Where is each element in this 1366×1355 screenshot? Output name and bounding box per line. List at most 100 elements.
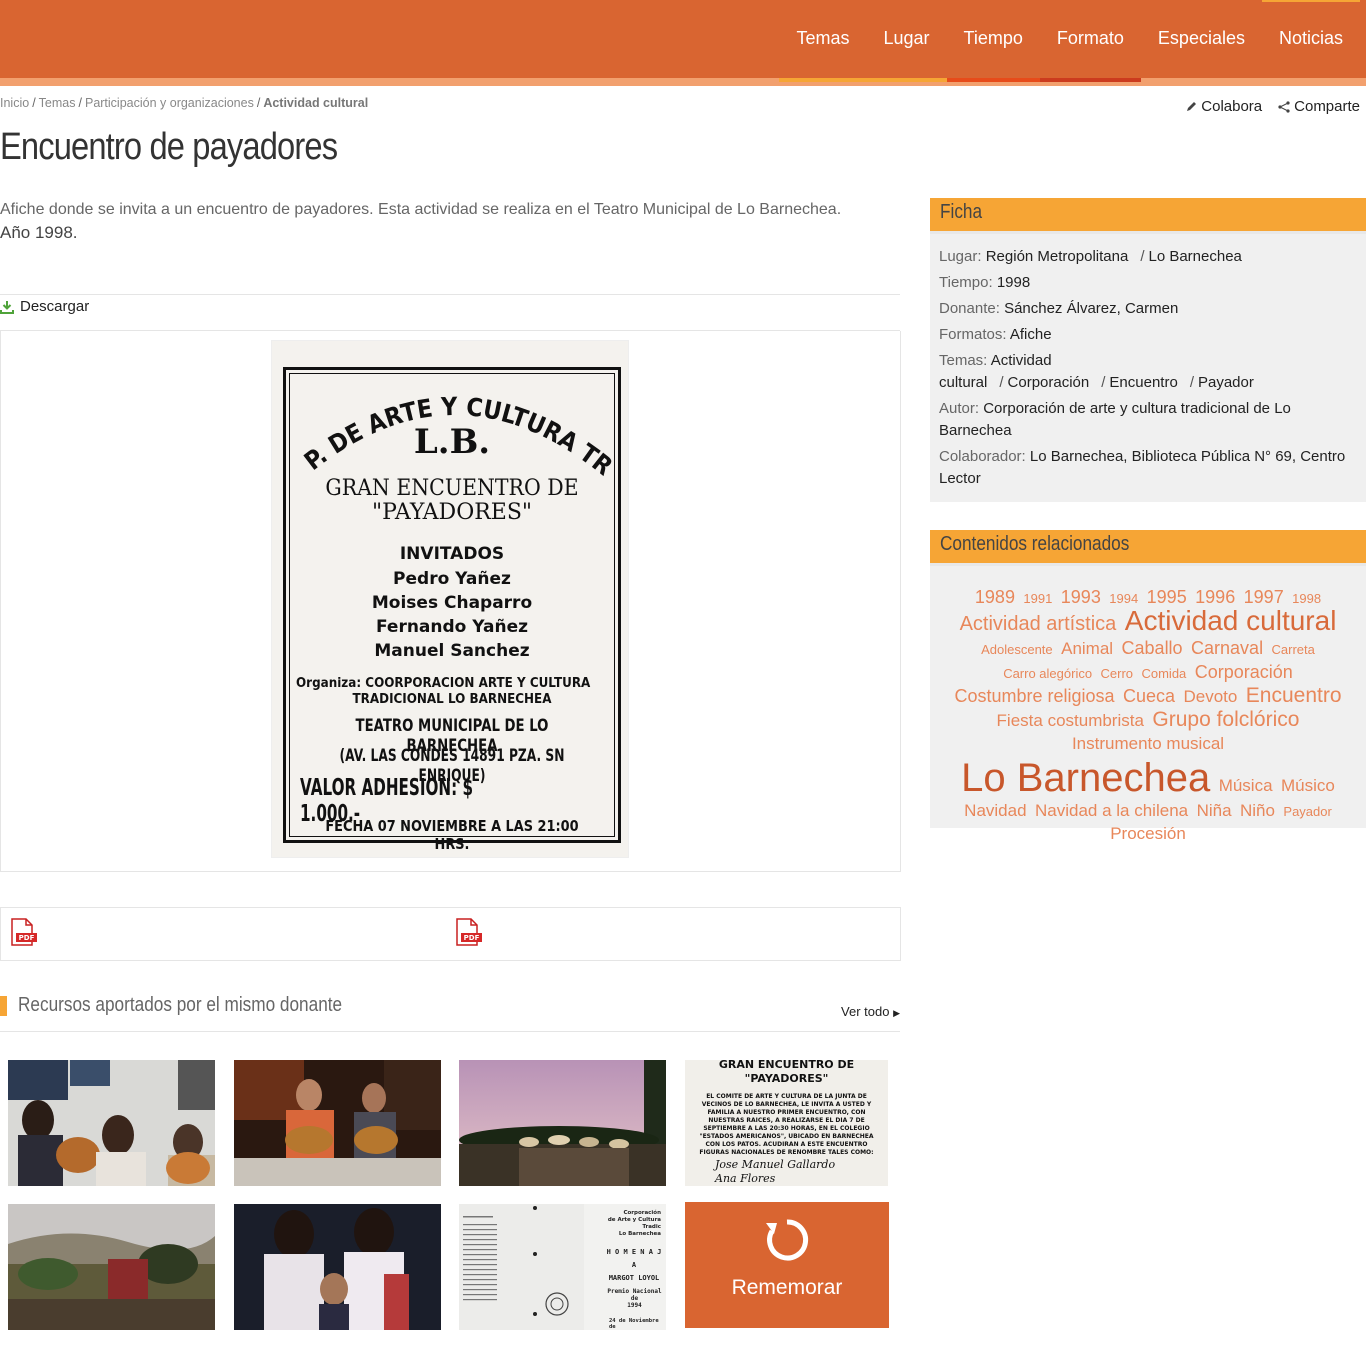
tag-cloud-item[interactable]: Caballo: [1122, 637, 1183, 659]
photo-procession: [8, 1204, 215, 1330]
tag-cloud-item[interactable]: Música: [1219, 775, 1273, 797]
tag-cloud-item[interactable]: Lo Barnechea: [961, 756, 1210, 800]
ficha-link[interactable]: Afiche: [1010, 326, 1052, 343]
pdf-icon[interactable]: PDF: [9, 918, 37, 946]
ficha-tiempo: Tiempo: 1998: [939, 274, 1031, 291]
tag-cloud-item[interactable]: Cerro: [1101, 663, 1134, 685]
resource-thumbnail[interactable]: [234, 1060, 441, 1186]
poster-date: FECHA 07 NOVIEMBRE A LAS 21:00 HRS.: [325, 817, 579, 853]
breadcrumb-inicio[interactable]: Inicio: [0, 96, 29, 110]
tag-cloud-item[interactable]: 1989: [975, 586, 1015, 608]
tag-cloud-item[interactable]: Comida: [1141, 663, 1186, 685]
tag-cloud-item[interactable]: Carro alegórico: [1003, 663, 1092, 685]
ficha-body: Lugar: Región Metropolitana / Lo Barnechea…: [930, 234, 1366, 506]
description-text: Afiche donde se invita a un encuentro de…: [0, 201, 842, 218]
poster-guest: Pedro Yañez: [393, 569, 511, 589]
download-button[interactable]: Descargar: [0, 298, 89, 315]
tag-cloud-item[interactable]: Procesión: [1110, 823, 1186, 845]
ficha-link[interactable]: 1998: [997, 274, 1030, 291]
caret-right-icon: ▶: [893, 1008, 900, 1018]
collaborate-button[interactable]: Colabora: [1186, 98, 1262, 115]
see-all-link[interactable]: Ver todo ▶: [841, 1004, 900, 1019]
nav-item-lugar[interactable]: Lugar: [866, 0, 947, 82]
tag-cloud-item[interactable]: Encuentro: [1246, 685, 1342, 707]
breadcrumb-temas[interactable]: Temas: [39, 96, 76, 110]
nav-item-formato[interactable]: Formato: [1039, 0, 1141, 82]
download-icon: [0, 300, 14, 314]
photo-women-children: [234, 1204, 441, 1330]
pdf-icon[interactable]: PDF: [454, 918, 482, 946]
tag-cloud-item[interactable]: Niño: [1240, 800, 1275, 822]
doc-thumb2-header: Corporación de Arte y Cultura Tradic Lo …: [607, 1210, 661, 1237]
photo-outdoor-group: [459, 1060, 666, 1186]
resource-thumbnail[interactable]: [8, 1204, 215, 1330]
resource-thumbnail[interactable]: [459, 1060, 666, 1186]
photo-guitarists: [234, 1060, 441, 1186]
doc-thumb-title: "PAYADORES": [744, 1072, 829, 1085]
tag-cloud-item[interactable]: Carreta: [1272, 639, 1315, 661]
ficha-link[interactable]: Región Metropolitana: [986, 248, 1129, 265]
tag-cloud-item[interactable]: 1991: [1023, 588, 1052, 610]
poster-image[interactable]: CORP. DE ARTE Y CULTURA TRAD. L.B. GRAN …: [271, 340, 629, 858]
nav-item-temas[interactable]: Temas: [779, 0, 867, 82]
tag-cloud-item[interactable]: Fiesta costumbrista: [997, 710, 1144, 732]
page-title: Encuentro de payadores: [0, 126, 338, 168]
tag-cloud-item[interactable]: Actividad cultural: [1125, 607, 1337, 635]
image-viewer: CORP. DE ARTE Y CULTURA TRAD. L.B. GRAN …: [0, 331, 901, 872]
share-button[interactable]: Comparte: [1278, 98, 1360, 115]
poster-title1: GRAN ENCUENTRO DE: [325, 476, 579, 501]
page-description: Afiche donde se invita a un encuentro de…: [0, 198, 900, 244]
ficha-autor: Autor: Corporación de arte y cultura tra…: [939, 400, 1291, 439]
nav-item-especiales[interactable]: Especiales: [1141, 0, 1262, 78]
nav-topbar: [1261, 0, 1360, 2]
tag-cloud-item[interactable]: Payador: [1283, 801, 1331, 823]
ficha-temas: Temas: Actividad cultural / Corporación / En…: [939, 352, 1254, 391]
tag-cloud-item[interactable]: Grupo folclórico: [1152, 709, 1299, 731]
tag-cloud-item[interactable]: Niña: [1197, 800, 1232, 822]
divider: [0, 294, 900, 295]
tag-cloud-item[interactable]: Instrumento musical: [1072, 733, 1224, 755]
pdf-bar: PDF PDF: [0, 907, 901, 961]
tag-cloud-item[interactable]: Costumbre religiosa: [954, 685, 1114, 707]
ficha-colaborador: Colaborador: Lo Barnechea, Biblioteca Pú…: [939, 448, 1346, 487]
resource-thumbnail-document[interactable]: GRAN ENCUENTRO DE "PAYADORES" EL COMITE …: [685, 1060, 888, 1186]
ficha-link[interactable]: Sánchez Álvarez, Carmen: [1004, 300, 1178, 317]
tag-cloud-item[interactable]: Navidad: [964, 800, 1026, 822]
poster-lb: L.B.: [413, 422, 491, 462]
doc-thumb-handwriting: Jose Manuel Gallardo: [715, 1158, 836, 1171]
tag-cloud-item[interactable]: Navidad a la chilena: [1035, 800, 1188, 822]
poster-guest: Moises Chaparro: [371, 593, 533, 613]
breadcrumb-participacion[interactable]: Participación y organizaciones: [85, 96, 254, 110]
resource-thumbnail[interactable]: [8, 1060, 215, 1186]
tag-cloud-item[interactable]: Actividad artística: [960, 613, 1117, 635]
nav-item-tiempo[interactable]: Tiempo: [946, 0, 1040, 82]
resource-thumbnail-document[interactable]: Corporación de Arte y Cultura Tradic Lo …: [459, 1204, 666, 1330]
section-marker: [0, 996, 7, 1016]
nav-bar: [866, 78, 947, 82]
poster-title2: "PAYADORES": [371, 500, 533, 525]
tag-cloud-item[interactable]: 1993: [1061, 586, 1101, 608]
related-content-panel: Contenidos relacionados 1989 1991 1993 1…: [930, 530, 1366, 843]
remember-button[interactable]: Rememorar: [685, 1202, 889, 1328]
poster-organizer: Organiza: COORPORACION ARTE Y CULTURA: [296, 676, 591, 691]
tag-cloud-item[interactable]: Músico: [1281, 775, 1335, 797]
photo-musicians: [8, 1060, 215, 1186]
tag-cloud: 1989 1991 1993 1994 1995 1996 1997 1998 …: [930, 566, 1366, 866]
tag-cloud-item[interactable]: Corporación: [1195, 661, 1293, 683]
page-tools: Colabora Comparte: [1186, 98, 1360, 115]
ficha-link[interactable]: Corporación de arte y cultura tradiciona…: [939, 400, 1291, 439]
tag-cloud-item[interactable]: Adolescente: [981, 639, 1053, 661]
resource-thumbnail[interactable]: [234, 1204, 441, 1330]
ficha-link[interactable]: Corporación: [1008, 374, 1090, 391]
ficha-link[interactable]: Encuentro: [1109, 374, 1177, 391]
svg-text:PDF: PDF: [19, 934, 35, 942]
tag-cloud-item[interactable]: Devoto: [1183, 686, 1237, 708]
nav-item-noticias[interactable]: Noticias: [1261, 0, 1360, 78]
ficha-link[interactable]: Lo Barnechea: [1148, 248, 1241, 265]
tag-cloud-item[interactable]: Cueca: [1123, 685, 1175, 707]
ficha-link[interactable]: Payador: [1198, 374, 1254, 391]
tag-cloud-item[interactable]: Animal: [1061, 638, 1113, 660]
tag-cloud-item[interactable]: Carnaval: [1191, 637, 1263, 659]
doc-thumb2-date: 24 de Noviembre de: [609, 1318, 659, 1330]
pencil-icon: [1187, 102, 1197, 111]
